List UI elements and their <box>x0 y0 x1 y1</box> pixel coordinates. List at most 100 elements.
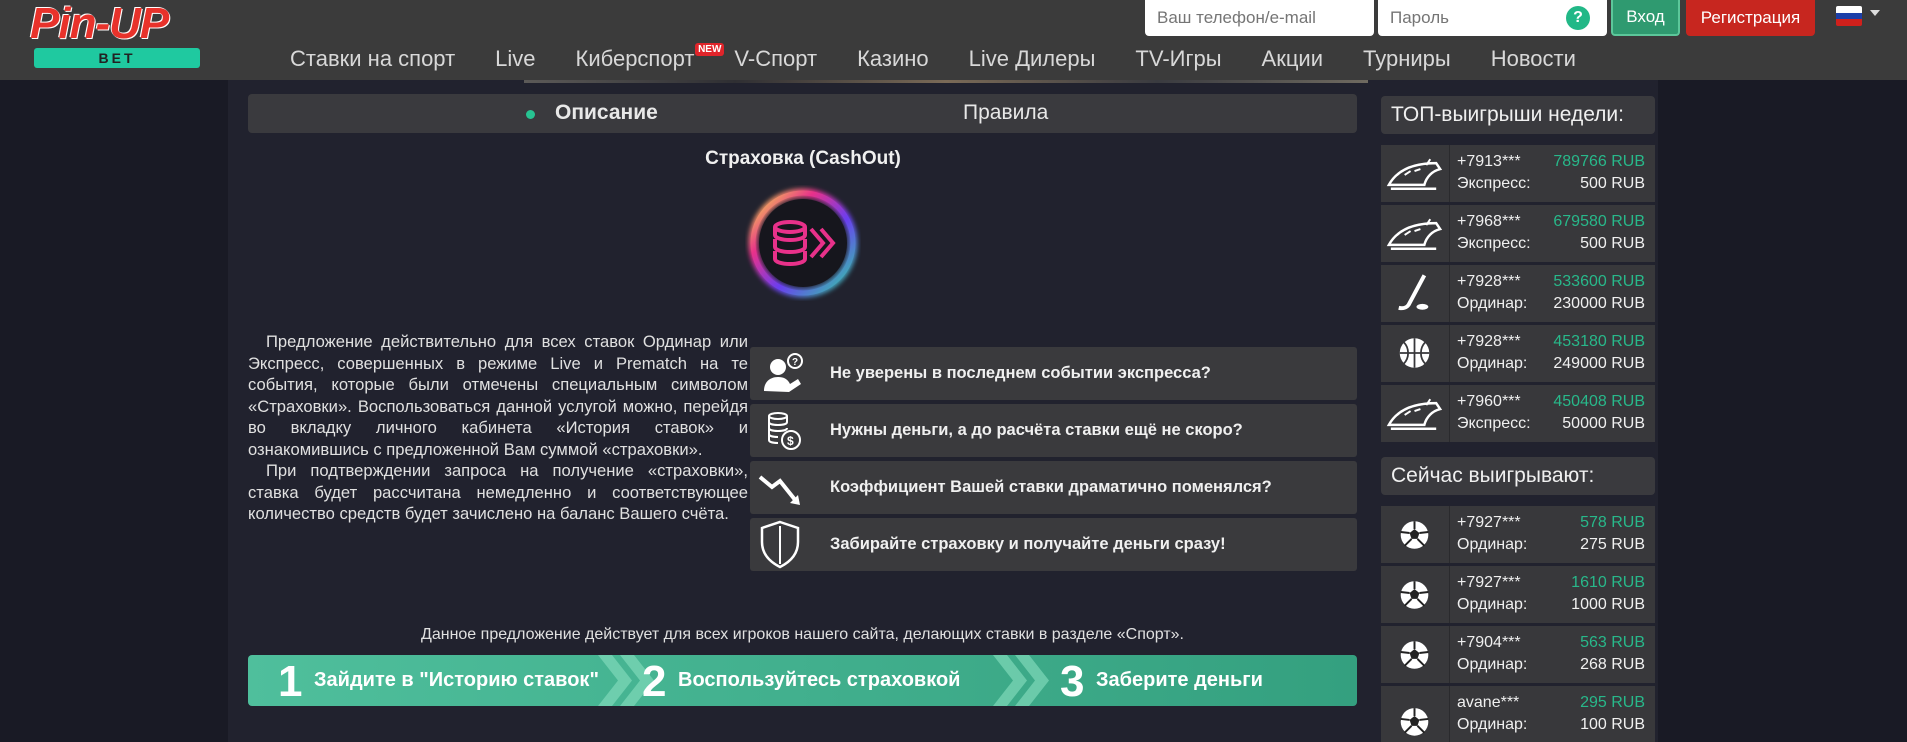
russia-flag-icon[interactable] <box>1836 6 1862 26</box>
cashout-icon <box>748 188 858 298</box>
site-header: Pin-UP BET ? Вход Регистрация Ставки на … <box>0 0 1907 80</box>
trend-down-icon <box>758 475 800 505</box>
nav-item-label: Киберспорт <box>575 46 695 71</box>
active-tab-dot-icon <box>526 110 535 119</box>
step-number: 1 <box>278 657 303 706</box>
bet-type: Ординар: <box>1457 355 1528 372</box>
train-icon <box>1386 385 1450 442</box>
win-amount: 533600 RUB <box>1553 273 1645 290</box>
nav-item-promotions[interactable]: Акции <box>1262 46 1323 76</box>
now-win-row: +7904*** 563 RUB Ординар: 268 RUB <box>1381 626 1655 683</box>
top-win-row: +7913*** 789766 RUB Экспресс: 500 RUB <box>1381 145 1655 202</box>
description-paragraph: Предложение действительно для всех ставо… <box>248 332 748 459</box>
step-label: Воспользуйтесь страховкой <box>678 669 961 691</box>
top-win-row: +7960*** 450408 RUB Экспресс: 50000 RUB <box>1381 385 1655 442</box>
basketball-icon <box>1399 325 1450 382</box>
coins-icon: $ <box>768 412 801 450</box>
train-icon <box>1386 145 1450 202</box>
win-amount: 1610 RUB <box>1571 574 1645 591</box>
bet-type: Экспресс: <box>1457 415 1531 432</box>
bet-type: Ординар: <box>1457 656 1528 673</box>
login-button[interactable]: Вход <box>1611 0 1680 36</box>
bet-stake: 100 RUB <box>1580 716 1645 733</box>
nav-item-news[interactable]: Новости <box>1491 46 1576 76</box>
now-win-row: avane*** 295 RUB Ординар: 100 RUB <box>1381 686 1655 742</box>
feature-item: ? Не уверены в последнем событии экспрес… <box>750 347 1357 400</box>
win-user: +7928*** <box>1457 333 1521 350</box>
bet-type: Ординар: <box>1457 295 1528 312</box>
win-amount: 578 RUB <box>1580 514 1645 531</box>
bet-type: Ординар: <box>1457 716 1528 733</box>
win-user: +7904*** <box>1457 634 1521 651</box>
bet-stake: 230000 RUB <box>1553 295 1645 312</box>
train-icon <box>1386 205 1450 262</box>
top-win-row: +7928*** 533600 RUB Ординар: 230000 RUB <box>1381 265 1655 322</box>
step-label: Зайдите в "Историю ставок" <box>314 669 599 691</box>
bet-type: Экспресс: <box>1457 235 1531 252</box>
win-amount: 453180 RUB <box>1553 333 1645 350</box>
win-amount: 450408 RUB <box>1553 393 1645 410</box>
bet-stake: 50000 RUB <box>1562 415 1645 432</box>
bet-type: Экспресс: <box>1457 175 1531 192</box>
win-user: +7960*** <box>1457 393 1521 410</box>
step-number: 2 <box>642 657 667 706</box>
offer-text: Данное предложение действует для всех иг… <box>421 626 1184 643</box>
feature-text: Забирайте страховку и получайте деньги с… <box>830 535 1226 553</box>
question-person-icon: ? <box>764 353 803 392</box>
feature-text: Коэффициент Вашей ставки драматично поме… <box>830 478 1272 496</box>
banner-strip <box>524 80 1368 83</box>
logo-text: Pin-UP <box>30 0 169 48</box>
page-title: Страховка (CashOut) <box>705 148 901 169</box>
now-winning-title: Сейчас выигрывают: <box>1381 457 1655 495</box>
steps-bar: 1 Зайдите в "Историю ставок" 2 Воспользу… <box>248 655 1357 706</box>
tab-rules[interactable]: Правила <box>963 101 1048 125</box>
logo-subtext: BET <box>34 48 200 68</box>
feature-text: Нужны деньги, а до расчёта ставки ещё не… <box>830 421 1243 439</box>
nav-item-live[interactable]: Live <box>495 46 535 76</box>
nav-item-live-dealers[interactable]: Live Дилеры <box>969 46 1096 76</box>
soccer-ball-icon <box>1400 686 1450 742</box>
chevron-right-icon <box>993 655 1049 706</box>
nav-item-sport[interactable]: Ставки на спорт <box>290 46 455 76</box>
phone-email-input[interactable] <box>1145 0 1374 36</box>
win-amount: 679580 RUB <box>1553 213 1645 230</box>
win-user: +7928*** <box>1457 273 1521 290</box>
now-win-row: +7927*** 1610 RUB Ординар: 1000 RUB <box>1381 566 1655 623</box>
top-win-row: +7968*** 679580 RUB Экспресс: 500 RUB <box>1381 205 1655 262</box>
win-user: +7968*** <box>1457 213 1521 230</box>
feature-item: Коэффициент Вашей ставки драматично поме… <box>750 461 1357 514</box>
chevron-down-icon[interactable] <box>1870 10 1880 16</box>
nav-item-casino[interactable]: Казино <box>857 46 929 76</box>
new-badge: NEW <box>695 43 725 56</box>
main-nav: Ставки на спорт Live Киберспорт NEW V-Спо… <box>290 43 1616 76</box>
feature-item: Забирайте страховку и получайте деньги с… <box>750 518 1357 571</box>
hockey-icon <box>1398 265 1450 322</box>
bet-type: Ординар: <box>1457 596 1528 613</box>
register-button[interactable]: Регистрация <box>1686 0 1815 36</box>
bet-type: Ординар: <box>1457 536 1528 553</box>
nav-item-tournaments[interactable]: Турниры <box>1363 46 1451 76</box>
top-wins-title: ТОП-выигрыши недели: <box>1381 96 1655 134</box>
nav-item-tv-games[interactable]: TV-Игры <box>1135 46 1221 76</box>
description-text: Предложение действительно для всех ставо… <box>248 331 748 525</box>
win-user: +7927*** <box>1457 574 1521 591</box>
svg-text:$: $ <box>787 434 794 448</box>
nav-item-vsport[interactable]: V-Спорт <box>734 46 817 76</box>
win-amount: 563 RUB <box>1580 634 1645 651</box>
bet-stake: 275 RUB <box>1580 536 1645 553</box>
bet-stake: 249000 RUB <box>1553 355 1645 372</box>
logo[interactable]: Pin-UP BET <box>30 2 204 72</box>
top-win-row: +7928*** 453180 RUB Ординар: 249000 RUB <box>1381 325 1655 382</box>
win-amount: 789766 RUB <box>1553 153 1645 170</box>
now-win-row: +7927*** 578 RUB Ординар: 275 RUB <box>1381 506 1655 563</box>
feature-text: Не уверены в последнем событии экспресса… <box>830 364 1211 382</box>
bet-stake: 500 RUB <box>1580 235 1645 252</box>
tab-description[interactable]: Описание <box>555 101 658 125</box>
help-icon[interactable]: ? <box>1566 6 1590 30</box>
win-user: +7927*** <box>1457 514 1521 531</box>
bet-stake: 1000 RUB <box>1571 596 1645 613</box>
nav-item-esports[interactable]: Киберспорт NEW <box>575 43 725 76</box>
step-number: 3 <box>1060 657 1085 706</box>
tabs-bar <box>248 94 1357 133</box>
svg-text:?: ? <box>792 357 798 368</box>
